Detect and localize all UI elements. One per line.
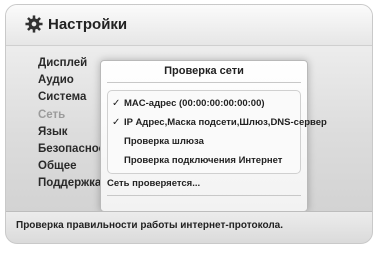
check-label: MAC-адрес (00:00:00:00:00:00) [124, 98, 265, 109]
check-item-internet: Проверка подключения Интернет [112, 153, 282, 169]
help-text: Проверка правильности работы интернет-пр… [16, 220, 284, 231]
page-title: Настройки [48, 16, 128, 33]
checkmark-icon: ✓ [112, 98, 121, 109]
check-label: Проверка шлюза [124, 136, 204, 147]
help-bar: Проверка правильности работы интернет-пр… [6, 211, 372, 243]
tv-frame: Настройки Дисплей Аудио Система Сеть Язы… [0, 0, 380, 261]
check-item-ip: ✓ IP Адрес,Маска подсети,Шлюз,DNS-сервер [112, 115, 327, 131]
dialog-title: Проверка сети [164, 65, 244, 77]
settings-screen: Настройки Дисплей Аудио Система Сеть Язы… [5, 4, 373, 244]
status-text: Сеть проверяется... [107, 178, 201, 189]
network-test-dialog: Проверка сети ✓ MAC-адрес (00:00:00:00:00… [100, 60, 327, 212]
divider [107, 195, 301, 196]
gear-icon [25, 15, 43, 33]
check-label: Проверка подключения Интернет [124, 155, 283, 166]
header-bar: Настройки [6, 5, 372, 46]
check-item-mac: ✓ MAC-адрес (00:00:00:00:00:00) [112, 96, 265, 112]
check-list: ✓ MAC-адрес (00:00:00:00:00:00) ✓ IP Адрес… [107, 90, 327, 174]
divider [107, 82, 301, 83]
check-item-gateway: Проверка шлюза [112, 134, 204, 150]
check-label: IP Адрес,Маска подсети,Шлюз,DNS-сервер [124, 117, 327, 128]
checkmark-icon: ✓ [112, 117, 121, 128]
